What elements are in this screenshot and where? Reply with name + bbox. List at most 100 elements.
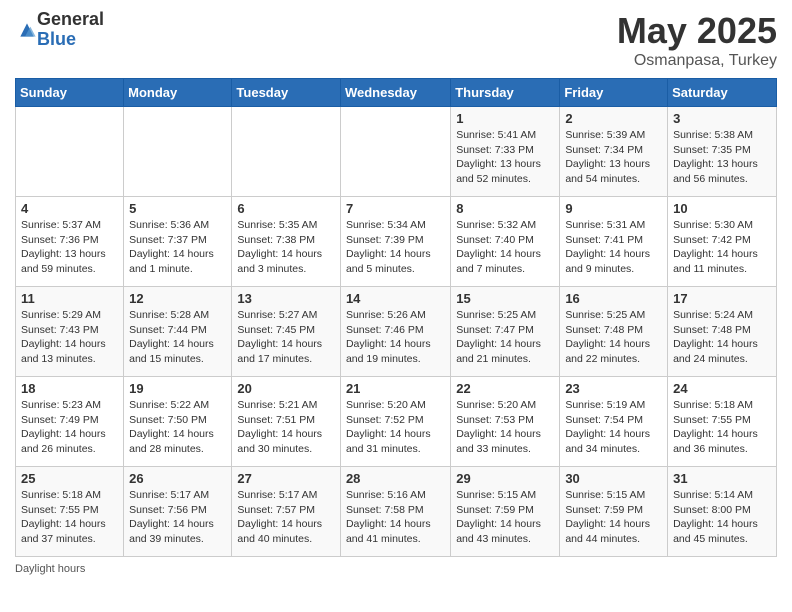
- day-cell: 26Sunrise: 5:17 AMSunset: 7:56 PMDayligh…: [124, 467, 232, 557]
- day-info: Sunrise: 5:30 AMSunset: 7:42 PMDaylight:…: [673, 218, 771, 277]
- day-number: 10: [673, 201, 771, 216]
- day-cell: 25Sunrise: 5:18 AMSunset: 7:55 PMDayligh…: [16, 467, 124, 557]
- day-cell: 15 Sunrise: 5:25 AMSunset: 7:47 PMDayligh…: [451, 287, 560, 377]
- day-cell: 8Sunrise: 5:32 AMSunset: 7:40 PMDaylight…: [451, 197, 560, 287]
- day-number: 31: [673, 471, 771, 486]
- logo: General Blue: [15, 10, 104, 50]
- day-number: 19: [129, 381, 226, 396]
- day-cell: 30Sunrise: 5:15 AMSunset: 7:59 PMDayligh…: [560, 467, 668, 557]
- day-info: Sunrise: 5:17 AMSunset: 7:56 PMDaylight:…: [129, 488, 226, 547]
- day-header-saturday: Saturday: [668, 79, 777, 107]
- day-cell: 17 Sunrise: 5:24 AMSunset: 7:48 PMDayligh…: [668, 287, 777, 377]
- day-info: Sunrise: 5:18 AMSunset: 7:55 PMDaylight:…: [673, 398, 771, 457]
- day-info: Sunrise: 5:19 AMSunset: 7:54 PMDaylight:…: [565, 398, 662, 457]
- footer: Daylight hours: [15, 563, 777, 575]
- day-cell: [232, 107, 341, 197]
- day-info: Sunrise: 5:15 AMSunset: 7:59 PMDaylight:…: [565, 488, 662, 547]
- day-cell: 5 Sunrise: 5:36 AMSunset: 7:37 PMDaylight…: [124, 197, 232, 287]
- day-header-friday: Friday: [560, 79, 668, 107]
- week-row-4: 18 Sunrise: 5:23 AMSunset: 7:49 PMDayligh…: [16, 377, 777, 467]
- day-info: Sunrise: 5:29 AMSunset: 7:43 PMDaylight:…: [21, 308, 118, 367]
- week-row-1: 1 Sunrise: 5:41 AMSunset: 7:33 PMDaylight…: [16, 107, 777, 197]
- day-info: Sunrise: 5:37 AMSunset: 7:36 PMDaylight:…: [21, 218, 118, 277]
- day-number: 12: [129, 291, 226, 306]
- day-info: Sunrise: 5:22 AMSunset: 7:50 PMDaylight:…: [129, 398, 226, 457]
- day-cell: 28 Sunrise: 5:16 AMSunset: 7:58 PMDayligh…: [340, 467, 450, 557]
- day-info: Sunrise: 5:16 AMSunset: 7:58 PMDaylight:…: [346, 488, 445, 547]
- day-info: Sunrise: 5:17 AMSunset: 7:57 PMDaylight:…: [237, 488, 335, 547]
- day-info: Sunrise: 5:31 AMSunset: 7:41 PMDaylight:…: [565, 218, 662, 277]
- day-info: Sunrise: 5:24 AMSunset: 7:48 PMDaylight:…: [673, 308, 771, 367]
- day-cell: 23 Sunrise: 5:19 AMSunset: 7:54 PMDayligh…: [560, 377, 668, 467]
- day-cell: 9Sunrise: 5:31 AMSunset: 7:41 PMDaylight…: [560, 197, 668, 287]
- week-row-5: 25Sunrise: 5:18 AMSunset: 7:55 PMDayligh…: [16, 467, 777, 557]
- day-header-sunday: Sunday: [16, 79, 124, 107]
- day-info: Sunrise: 5:15 AMSunset: 7:59 PMDaylight:…: [456, 488, 554, 547]
- day-cell: 21 Sunrise: 5:20 AMSunset: 7:52 PMDayligh…: [340, 377, 450, 467]
- day-cell: 16 Sunrise: 5:25 AMSunset: 7:48 PMDayligh…: [560, 287, 668, 377]
- logo-icon: [17, 20, 37, 40]
- day-number: 17: [673, 291, 771, 306]
- day-info: Sunrise: 5:20 AMSunset: 7:52 PMDaylight:…: [346, 398, 445, 457]
- day-info: Sunrise: 5:14 AMSunset: 8:00 PMDaylight:…: [673, 488, 771, 547]
- day-cell: 14Sunrise: 5:26 AMSunset: 7:46 PMDayligh…: [340, 287, 450, 377]
- day-cell: 4 Sunrise: 5:37 AMSunset: 7:36 PMDaylight…: [16, 197, 124, 287]
- day-number: 23: [565, 381, 662, 396]
- day-cell: 29 Sunrise: 5:15 AMSunset: 7:59 PMDayligh…: [451, 467, 560, 557]
- day-info: Sunrise: 5:36 AMSunset: 7:37 PMDaylight:…: [129, 218, 226, 277]
- day-number: 5: [129, 201, 226, 216]
- day-info: Sunrise: 5:21 AMSunset: 7:51 PMDaylight:…: [237, 398, 335, 457]
- day-info: Sunrise: 5:25 AMSunset: 7:47 PMDaylight:…: [456, 308, 554, 367]
- day-info: Sunrise: 5:25 AMSunset: 7:48 PMDaylight:…: [565, 308, 662, 367]
- day-number: 1: [456, 111, 554, 126]
- day-cell: 22 Sunrise: 5:20 AMSunset: 7:53 PMDayligh…: [451, 377, 560, 467]
- day-cell: 24Sunrise: 5:18 AMSunset: 7:55 PMDayligh…: [668, 377, 777, 467]
- day-header-thursday: Thursday: [451, 79, 560, 107]
- day-cell: [16, 107, 124, 197]
- day-number: 7: [346, 201, 445, 216]
- day-number: 6: [237, 201, 335, 216]
- daylight-label: Daylight hours: [15, 563, 85, 575]
- day-cell: 6 Sunrise: 5:35 AMSunset: 7:38 PMDaylight…: [232, 197, 341, 287]
- day-number: 21: [346, 381, 445, 396]
- day-number: 18: [21, 381, 118, 396]
- logo-blue: Blue: [37, 30, 104, 50]
- day-info: Sunrise: 5:34 AMSunset: 7:39 PMDaylight:…: [346, 218, 445, 277]
- day-number: 11: [21, 291, 118, 306]
- day-cell: 7 Sunrise: 5:34 AMSunset: 7:39 PMDaylight…: [340, 197, 450, 287]
- day-number: 2: [565, 111, 662, 126]
- day-info: Sunrise: 5:35 AMSunset: 7:38 PMDaylight:…: [237, 218, 335, 277]
- day-number: 13: [237, 291, 335, 306]
- day-number: 27: [237, 471, 335, 486]
- day-cell: 3Sunrise: 5:38 AMSunset: 7:35 PMDaylight…: [668, 107, 777, 197]
- day-number: 28: [346, 471, 445, 486]
- day-header-wednesday: Wednesday: [340, 79, 450, 107]
- day-cell: 31 Sunrise: 5:14 AMSunset: 8:00 PMDayligh…: [668, 467, 777, 557]
- day-number: 29: [456, 471, 554, 486]
- day-cell: 18 Sunrise: 5:23 AMSunset: 7:49 PMDayligh…: [16, 377, 124, 467]
- day-number: 4: [21, 201, 118, 216]
- day-cell: [340, 107, 450, 197]
- day-info: Sunrise: 5:20 AMSunset: 7:53 PMDaylight:…: [456, 398, 554, 457]
- day-cell: 19 Sunrise: 5:22 AMSunset: 7:50 PMDayligh…: [124, 377, 232, 467]
- day-number: 20: [237, 381, 335, 396]
- day-info: Sunrise: 5:18 AMSunset: 7:55 PMDaylight:…: [21, 488, 118, 547]
- day-number: 14: [346, 291, 445, 306]
- day-header-monday: Monday: [124, 79, 232, 107]
- day-cell: 2Sunrise: 5:39 AMSunset: 7:34 PMDaylight…: [560, 107, 668, 197]
- subtitle: Osmanpasa, Turkey: [617, 52, 777, 70]
- day-info: Sunrise: 5:41 AMSunset: 7:33 PMDaylight:…: [456, 128, 554, 187]
- calendar: SundayMondayTuesdayWednesdayThursdayFrid…: [15, 78, 777, 557]
- day-info: Sunrise: 5:27 AMSunset: 7:45 PMDaylight:…: [237, 308, 335, 367]
- title-area: May 2025 Osmanpasa, Turkey: [617, 10, 777, 70]
- day-number: 15: [456, 291, 554, 306]
- calendar-header-row: SundayMondayTuesdayWednesdayThursdayFrid…: [16, 79, 777, 107]
- day-info: Sunrise: 5:38 AMSunset: 7:35 PMDaylight:…: [673, 128, 771, 187]
- logo-text: General Blue: [37, 10, 104, 50]
- day-number: 22: [456, 381, 554, 396]
- month-title: May 2025: [617, 10, 777, 52]
- day-info: Sunrise: 5:23 AMSunset: 7:49 PMDaylight:…: [21, 398, 118, 457]
- day-cell: 12Sunrise: 5:28 AMSunset: 7:44 PMDayligh…: [124, 287, 232, 377]
- day-number: 16: [565, 291, 662, 306]
- day-cell: 13 Sunrise: 5:27 AMSunset: 7:45 PMDayligh…: [232, 287, 341, 377]
